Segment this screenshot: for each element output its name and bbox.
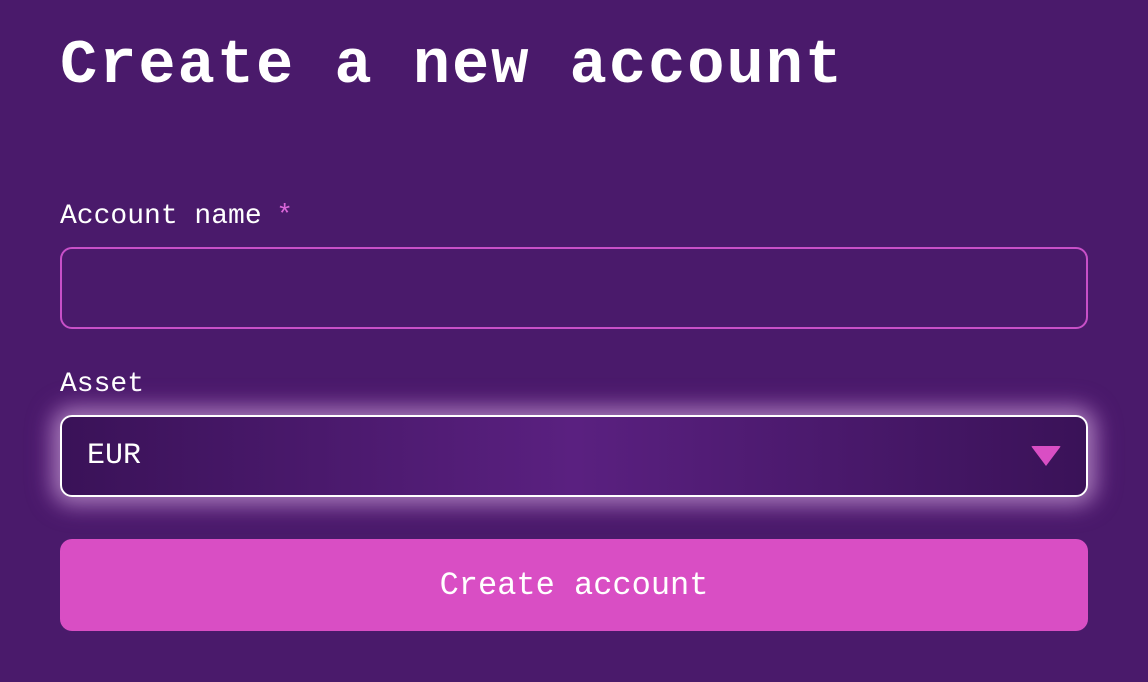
account-name-group: Account name * bbox=[60, 201, 1088, 329]
chevron-down-icon bbox=[1031, 446, 1061, 466]
asset-select-wrapper: EUR bbox=[60, 415, 1088, 497]
asset-select[interactable]: EUR bbox=[60, 415, 1088, 497]
asset-label: Asset bbox=[60, 369, 144, 400]
account-name-label-text: Account name bbox=[60, 201, 262, 232]
required-asterisk: * bbox=[276, 201, 293, 232]
create-account-button[interactable]: Create account bbox=[60, 539, 1088, 631]
account-name-label: Account name * bbox=[60, 210, 293, 228]
page-title: Create a new account bbox=[60, 30, 1088, 101]
account-name-input[interactable] bbox=[60, 247, 1088, 329]
asset-select-value: EUR bbox=[87, 439, 1031, 473]
asset-group: Asset EUR bbox=[60, 369, 1088, 497]
